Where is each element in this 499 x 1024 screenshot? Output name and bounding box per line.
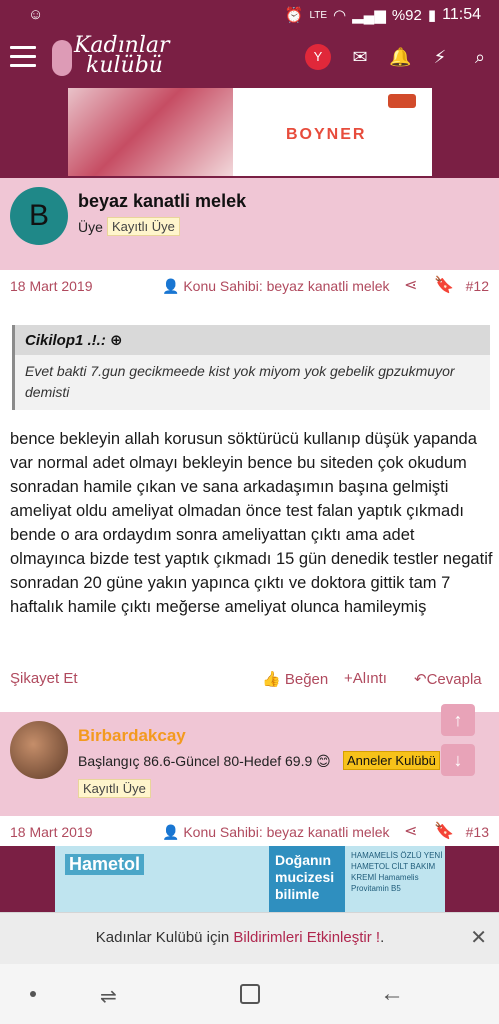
hametol-ad[interactable]: Hametol Doğanın mucizesi bilimle HAMAMEL…: [55, 846, 445, 912]
enable-notifications-link[interactable]: Bildirimleri Etkinleştir !: [233, 929, 380, 946]
share-icon[interactable]: ⋖: [404, 275, 417, 295]
logo-mark: [52, 40, 72, 76]
battery-label: %92: [391, 6, 422, 24]
notification-suffix: .: [380, 929, 385, 946]
close-icon[interactable]: ✕: [470, 925, 487, 950]
status-bar: ☺ ⏰ LTE ◠ ▂▄▆ %92 ▮ 11:54: [0, 0, 499, 30]
back-icon[interactable]: ←: [380, 980, 404, 1008]
user-role: Üye: [78, 219, 103, 235]
signal-icon: ▂▄▆: [352, 7, 386, 24]
quote-author: Cikilop1 .!.:: [25, 332, 106, 349]
search-icon[interactable]: ⌕: [469, 46, 491, 68]
home-icon[interactable]: [240, 984, 260, 1004]
header-actions: Y ✉ 🔔 ⚡ ⌕: [305, 44, 491, 70]
user-avatar-post2[interactable]: [10, 721, 68, 779]
envelope-icon[interactable]: ✉: [349, 46, 371, 68]
post-meta-2: 18 Mart 2019 👤 Konu Sahibi: beyaz kanatl…: [0, 818, 499, 846]
lightning-icon[interactable]: ⚡: [429, 46, 451, 68]
thumbs-up-icon: 👍: [262, 671, 281, 688]
group-badge: Anneler Kulübü: [343, 751, 440, 770]
ad-side-text: HAMAMELİS ÖZLÜ YENİ HAMETOL CİLT BAKIM K…: [351, 851, 443, 893]
notification-message: Kadınlar Kulübü için Bildirimleri Etkinl…: [0, 929, 480, 946]
bell-icon[interactable]: 🔔: [389, 46, 411, 68]
ad-brand-2: Hametol: [65, 854, 145, 875]
thread-owner-2: 👤 Konu Sahibi: beyaz kanatli melek: [162, 824, 390, 841]
wifi-icon: ◠: [333, 7, 347, 24]
post-number-2[interactable]: #13: [466, 824, 489, 840]
arrow-up-icon[interactable]: ⊕: [110, 332, 123, 349]
user-badge-2: Kayıtlı Üye: [78, 779, 151, 798]
like-button[interactable]: 👍 Beğen: [262, 670, 328, 688]
user-icon: 👤: [162, 824, 180, 840]
post-number[interactable]: #12: [466, 278, 489, 294]
bookmark-icon[interactable]: 🔖: [434, 821, 454, 841]
post-username[interactable]: beyaz kanatli melek: [78, 191, 246, 212]
post-body: bence bekleyin allah korusun söktürücü k…: [10, 430, 493, 616]
bookmark-icon[interactable]: 🔖: [434, 275, 454, 295]
clock: 11:54: [442, 6, 481, 23]
thread-owner: 👤 Konu Sahibi: beyaz kanatli melek: [162, 278, 390, 295]
user-signature: Başlangıç 86.6-Güncel 80-Hedef 69.9 😊: [78, 753, 331, 769]
quote-header[interactable]: Cikilop1 .!.: ⊕: [15, 325, 490, 355]
alarm-icon: ⏰: [284, 7, 304, 24]
scroll-up-icon[interactable]: ↑: [441, 704, 475, 736]
user-avatar[interactable]: Y: [305, 44, 331, 70]
reply-button[interactable]: ↶Cevapla: [414, 670, 482, 688]
push-notification-bar: Kadınlar Kulübü için Bildirimleri Etkinl…: [0, 912, 499, 964]
post-actions: Şikayet Et 👍 Beğen +Alıntı ↶Cevapla: [0, 670, 499, 694]
ad-tagline: Doğanın mucizesi bilimle: [269, 846, 345, 912]
scroll-down-icon[interactable]: ↓: [441, 744, 475, 776]
thread-owner-label-2: Konu Sahibi: beyaz kanatli melek: [183, 824, 390, 840]
post-date[interactable]: 18 Mart 2019: [10, 278, 93, 294]
ad-badge: [388, 94, 416, 108]
quote-button[interactable]: +Alıntı: [344, 670, 387, 687]
like-label: Beğen: [284, 671, 329, 688]
quote-text: Evet bakti 7.gun gecikmeede kist yok miy…: [25, 363, 455, 400]
logo-text-2: kulübü: [86, 53, 163, 78]
notification-prefix: Kadınlar Kulübü için: [95, 929, 234, 946]
ad-brand: BOYNER: [286, 126, 367, 143]
reply-label: Cevapla: [426, 671, 482, 688]
plus-icon: +: [344, 670, 353, 687]
thread-owner-label: Konu Sahibi: beyaz kanatli melek: [183, 278, 390, 294]
post-user-card: [0, 178, 499, 270]
network-label: LTE: [309, 9, 328, 21]
boyner-ad[interactable]: BOYNER: [68, 88, 432, 176]
post-date-2[interactable]: 18 Mart 2019: [10, 824, 93, 840]
app-header: Kadınlar kulübü Y ✉ 🔔 ⚡ ⌕: [0, 30, 499, 88]
battery-icon: ▮: [427, 7, 437, 24]
assistant-dot-icon[interactable]: [30, 991, 36, 997]
reply-icon: ↶: [414, 671, 427, 688]
user-badge: Kayıtlı Üye: [107, 217, 180, 236]
quote-block: Cikilop1 .!.: ⊕ Evet bakti 7.gun gecikme…: [12, 325, 490, 410]
ad-photo: [68, 88, 233, 176]
report-button[interactable]: Şikayet Et: [10, 670, 78, 687]
menu-icon[interactable]: [10, 46, 36, 68]
post-meta: 18 Mart 2019 👤 Konu Sahibi: beyaz kanatl…: [0, 270, 499, 300]
ad-banner-top: BOYNER: [0, 88, 499, 178]
post-username-2[interactable]: Birbardakcay: [78, 726, 186, 746]
user-avatar-post1[interactable]: B: [10, 187, 68, 245]
app-notification-icon: ☺: [28, 6, 44, 23]
system-nav-bar: ⇌ ←: [0, 964, 499, 1024]
ad-banner-bottom: Hametol Doğanın mucizesi bilimle HAMAMEL…: [0, 846, 499, 912]
user-icon: 👤: [162, 278, 180, 294]
status-right: ⏰ LTE ◠ ▂▄▆ %92 ▮ 11:54: [285, 6, 481, 24]
share-icon[interactable]: ⋖: [404, 821, 417, 841]
recent-apps-icon[interactable]: ⇌: [100, 984, 117, 1009]
quote-label: Alıntı: [352, 670, 387, 687]
